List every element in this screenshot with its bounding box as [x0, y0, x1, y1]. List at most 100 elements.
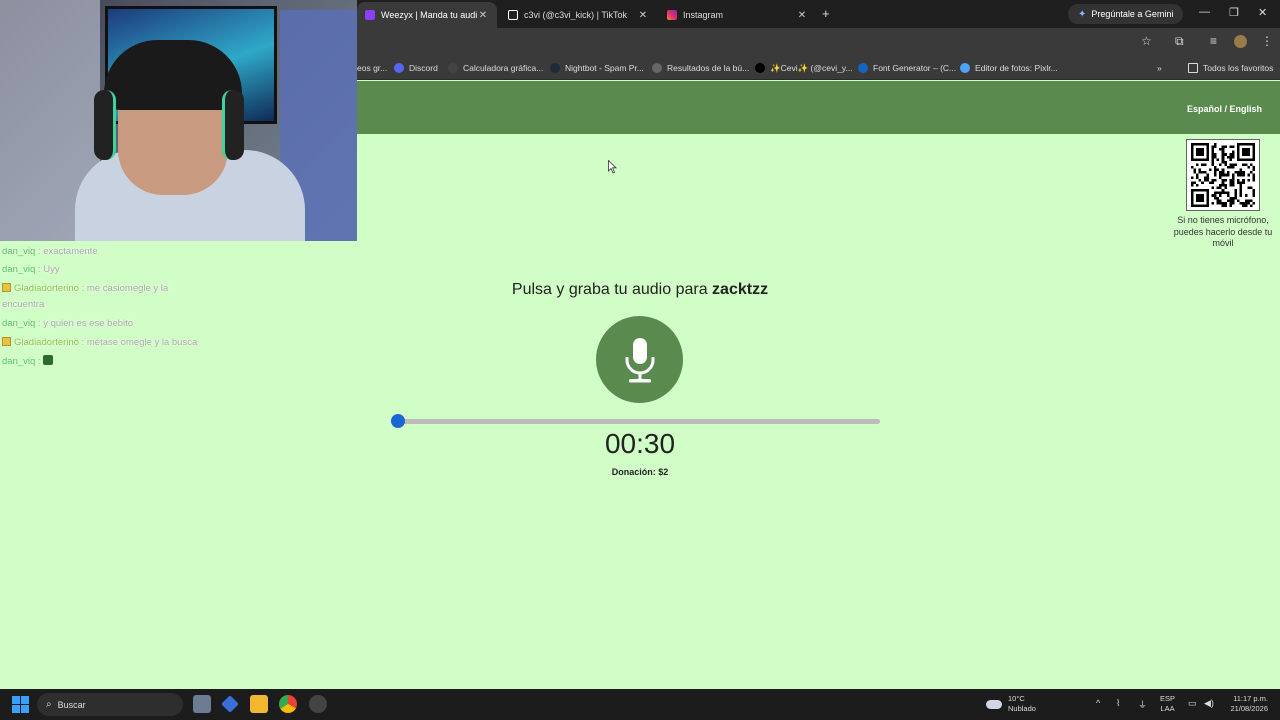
taskbar-search[interactable]: ⌕ Buscar: [37, 693, 183, 716]
desmos-icon: [448, 63, 458, 73]
chrome-icon[interactable]: [279, 695, 297, 713]
chat-text: exactamente: [43, 246, 98, 257]
bookmark-pixlr[interactable]: Editor de fotos: Pixlr...: [960, 61, 1058, 75]
browser-menu-icon[interactable]: ⋮: [1261, 34, 1273, 48]
bookmark-label: ✨Cevi✨ (@cevi_y...: [770, 62, 853, 73]
tab-close-icon[interactable]: ✕: [637, 10, 649, 21]
microphone-tray-icon[interactable]: ⏚: [1138, 698, 1147, 711]
extensions-icon[interactable]: ⧉: [1175, 34, 1184, 49]
all-bookmarks-button[interactable]: Todos los favoritos: [1188, 61, 1273, 75]
search-icon: ⌕: [46, 699, 52, 710]
language-toggle[interactable]: Español / English: [1187, 104, 1262, 114]
bookmark-label: Resultados de la bú...: [667, 63, 750, 73]
bookmark-font-generator[interactable]: Font Generator – (C...: [858, 61, 956, 75]
bookmarks-overflow-button[interactable]: »: [1157, 61, 1162, 75]
lang-bottom: LAA: [1160, 704, 1175, 713]
gemini-button-label: Pregúntale a Gemini: [1091, 9, 1174, 19]
minimize-button[interactable]: —: [1199, 6, 1210, 18]
close-window-button[interactable]: ✕: [1258, 6, 1267, 19]
clock-time: 11:17 p.m.: [1233, 694, 1268, 703]
weather-widget[interactable]: 10°C Nublado: [986, 694, 1036, 714]
pixlr-icon: [960, 63, 970, 73]
subscriber-badge-icon: [2, 283, 11, 292]
windows-taskbar: ⌕ Buscar 10°C Nublado ^ ⌇ ⏚ ESP LAA ▭ ◀)…: [0, 689, 1280, 720]
chat-text: métase omegle y la busca: [86, 337, 198, 348]
chat-text: Uyy: [43, 264, 60, 275]
bookmark-label: Discord: [409, 63, 438, 73]
bookmark-nightbot[interactable]: Nightbot - Spam Pr...: [550, 61, 644, 75]
tab-label: c3vi (@c3vi_kick) | TikTok: [524, 10, 627, 20]
maximize-button[interactable]: ❐: [1229, 6, 1239, 19]
task-view-icon[interactable]: [193, 695, 211, 713]
tab-instagram[interactable]: Instagram ✕: [659, 2, 816, 28]
chat-message: dan_viq : y quien es ese bebito: [2, 318, 133, 329]
emote-icon: [43, 355, 54, 365]
bookmark-star-icon[interactable]: ☆: [1141, 34, 1152, 48]
tab-favicon-icon: [365, 10, 375, 20]
gemini-sparkle-icon: ✦: [1078, 8, 1087, 20]
tab-close-icon[interactable]: ✕: [796, 10, 808, 21]
tab-tiktok[interactable]: c3vi (@c3vi_kick) | TikTok ✕: [500, 2, 657, 28]
subscriber-badge-icon: [2, 337, 11, 346]
progress-slider[interactable]: [391, 414, 880, 428]
bookmark-cevi[interactable]: ✨Cevi✨ (@cevi_y...: [755, 61, 853, 75]
volume-icon[interactable]: ◀): [1204, 698, 1214, 709]
discord-icon: [394, 63, 404, 73]
timer: 00:30: [604, 428, 676, 459]
input-language[interactable]: ESP LAA: [1160, 694, 1175, 714]
headphones-right: [222, 90, 244, 160]
bookmark-label: Font Generator – (C...: [873, 63, 957, 73]
chat-username: dan_viq: [2, 318, 36, 329]
record-button[interactable]: [596, 316, 683, 403]
microphone-icon: [625, 337, 654, 382]
chat-username: Gladiadorterino: [14, 337, 79, 348]
chevron-double-right-icon: »: [1157, 63, 1162, 73]
all-bookmarks-label: Todos los favoritos: [1203, 63, 1274, 73]
network-icon[interactable]: ⌇: [1116, 698, 1120, 709]
bookmark-item[interactable]: eos gr...: [357, 61, 387, 75]
qr-code: [1186, 139, 1260, 211]
tab-label: Weezyx | Manda tu audio a zac: [381, 10, 477, 20]
bookmark-resultados[interactable]: Resultados de la bú...: [652, 61, 749, 75]
chevron-up-icon[interactable]: ^: [1096, 698, 1100, 708]
obs-icon[interactable]: [309, 695, 327, 713]
instagram-icon: [667, 10, 677, 20]
system-clock[interactable]: 11:17 p.m. 21/08/2026: [1222, 694, 1268, 714]
bookmark-label: Calculadora gráfica...: [463, 63, 544, 73]
gemini-button[interactable]: ✦ Pregúntale a Gemini: [1068, 4, 1184, 24]
nightbot-icon: [550, 63, 560, 73]
bookmark-calculadora[interactable]: Calculadora gráfica...: [448, 61, 543, 75]
cloud-icon: [986, 699, 1002, 709]
weather-temp: 10°C: [1008, 694, 1025, 703]
windows-start-icon[interactable]: [12, 696, 29, 713]
progress-thumb[interactable]: [391, 414, 405, 428]
tab-label: Instagram: [683, 10, 724, 20]
chat-username: dan_viq: [2, 246, 36, 257]
chat-message: Gladiadorterino : me casiomegle y la enc…: [2, 283, 169, 310]
profile-avatar[interactable]: [1234, 35, 1247, 48]
font-generator-icon: [858, 63, 868, 73]
mouse-cursor-icon: [608, 160, 617, 174]
file-explorer-icon[interactable]: [250, 695, 268, 713]
new-tab-button[interactable]: +: [822, 6, 830, 21]
monitor-icon[interactable]: ▭: [1188, 698, 1197, 709]
globe-icon: [652, 63, 662, 73]
chat-message: Gladiadorterino : métase omegle y la bus…: [2, 333, 212, 353]
chat-message: dan_viq : Uyy: [2, 264, 60, 275]
tiktok-icon: [755, 63, 765, 73]
tab-weezyx[interactable]: Weezyx | Manda tu audio a zac ✕: [357, 2, 497, 28]
media-controls-icon[interactable]: ≡: [1210, 34, 1217, 48]
clock-date: 21/08/2026: [1230, 704, 1268, 713]
bookmark-label: Nightbot - Spam Pr...: [565, 63, 644, 73]
weather-desc: Nublado: [1008, 704, 1036, 713]
bookmark-discord[interactable]: Discord: [394, 61, 438, 75]
record-prompt-text: Pulsa y graba tu audio para: [511, 281, 713, 298]
tiktok-icon: [508, 10, 518, 20]
app-icon[interactable]: [221, 695, 239, 713]
stream-chat: dan_viq : exactamente dan_viq : Uyy Glad…: [2, 243, 212, 371]
lang-top: ESP: [1160, 694, 1176, 703]
chat-username: dan_viq: [2, 264, 36, 275]
tab-close-icon[interactable]: ✕: [477, 10, 489, 21]
chat-message: dan_viq :: [2, 353, 212, 371]
chat-text: y quien es ese bebito: [43, 318, 133, 329]
